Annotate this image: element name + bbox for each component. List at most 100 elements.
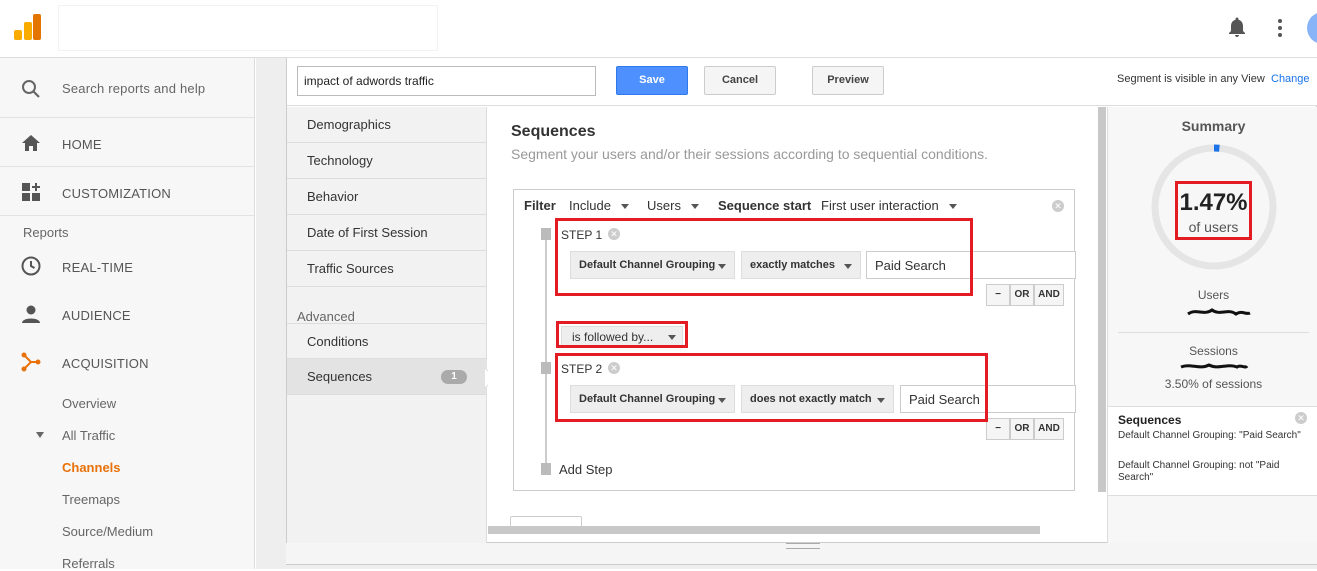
- category-conditions[interactable]: Conditions: [287, 323, 487, 359]
- sidebar-item-source-medium[interactable]: Source/Medium: [62, 524, 153, 539]
- filter-label: Filter: [524, 198, 556, 213]
- redacted-scribble: [1180, 363, 1249, 369]
- sidebar: Search reports and help HOME CUSTOMIZATI…: [0, 58, 255, 571]
- bell-icon[interactable]: [1228, 17, 1246, 37]
- analytics-logo-icon[interactable]: [14, 14, 42, 40]
- or-button[interactable]: OR: [1010, 284, 1034, 306]
- sidebar-item-home[interactable]: HOME: [0, 119, 254, 167]
- and-button[interactable]: AND: [1034, 284, 1064, 306]
- sidebar-item-acquisition[interactable]: ACQUISITION: [0, 339, 254, 387]
- sidebar-item-label: CUSTOMIZATION: [62, 186, 172, 201]
- top-bar: [0, 0, 1317, 58]
- remove-condition-button[interactable]: −: [986, 284, 1010, 306]
- person-icon: [22, 305, 40, 323]
- horizontal-scrollbar[interactable]: [488, 526, 1040, 534]
- panel-subtitle: Segment your users and/or their sessions…: [511, 146, 989, 162]
- sequence-line: [545, 234, 547, 469]
- category-demographics[interactable]: Demographics: [287, 107, 487, 143]
- dashboard-plus-icon: [22, 183, 40, 201]
- segment-editor: Save Cancel Preview Segment is visible i…: [286, 58, 1317, 543]
- segment-name-bar: Save Cancel Preview Segment is visible i…: [287, 58, 1317, 106]
- sidebar-item-treemaps[interactable]: Treemaps: [62, 492, 120, 507]
- category-list: Demographics Technology Behavior Date of…: [287, 107, 487, 543]
- cancel-button[interactable]: Cancel: [704, 66, 776, 95]
- sidebar-item-all-traffic[interactable]: All Traffic: [62, 428, 115, 443]
- search-input[interactable]: Search reports and help: [62, 81, 205, 96]
- sequence-filter: Filter Include Users Sequence start Firs…: [513, 189, 1076, 491]
- category-label: Sequences: [307, 369, 373, 384]
- summary-sequences: Sequences ✕ Default Channel Grouping: "P…: [1108, 406, 1317, 496]
- step-marker-icon: [541, 228, 551, 240]
- panel-title: Sequences: [511, 123, 596, 140]
- segment-name-input[interactable]: [297, 66, 596, 96]
- resize-handle-bar[interactable]: [286, 543, 1317, 565]
- highlight-box: [555, 218, 973, 296]
- dropdown-value: First user interaction: [821, 198, 939, 213]
- category-behavior[interactable]: Behavior: [287, 179, 487, 215]
- sidebar-item-realtime[interactable]: REAL-TIME: [0, 243, 254, 291]
- resize-grip-icon[interactable]: [786, 543, 820, 549]
- vertical-scrollbar[interactable]: [1098, 107, 1106, 492]
- sidebar-item-label: HOME: [62, 137, 102, 152]
- save-button[interactable]: Save: [616, 66, 688, 95]
- sidebar-search[interactable]: Search reports and help: [0, 58, 254, 118]
- summary-condition: Default Channel Grouping: not "Paid Sear…: [1118, 460, 1280, 483]
- chevron-down-icon: [690, 204, 699, 210]
- step-marker-icon: [541, 362, 551, 374]
- visibility-text: Segment is visible in any View: [1117, 73, 1265, 85]
- step-marker-icon: [541, 463, 551, 475]
- remove-filter-icon[interactable]: ✕: [1052, 200, 1064, 212]
- home-icon: [22, 135, 40, 151]
- count-badge: 1: [441, 370, 467, 384]
- sequences-panel: Sequences Segment your users and/or thei…: [488, 107, 1106, 542]
- advanced-heading: Advanced: [297, 309, 355, 324]
- highlight-box: [1175, 181, 1252, 240]
- expand-arrow-icon[interactable]: [36, 432, 44, 438]
- summary-sequences-title: Sequences: [1118, 413, 1182, 427]
- summary-condition: Default Channel Grouping: "Paid Search": [1118, 430, 1301, 441]
- preview-button[interactable]: Preview: [812, 66, 884, 95]
- reports-heading: Reports: [23, 225, 69, 240]
- category-date-of-first-session[interactable]: Date of First Session: [287, 215, 487, 251]
- summary-panel: Summary 1.47% of users Users Sessions 3.…: [1107, 107, 1317, 543]
- sidebar-item-channels[interactable]: Channels: [62, 460, 121, 475]
- summary-title: Summary: [1181, 118, 1246, 134]
- highlight-box: [555, 353, 988, 422]
- chevron-down-icon: [948, 204, 957, 210]
- sidebar-item-customization[interactable]: CUSTOMIZATION: [0, 168, 254, 216]
- sessions-label: Sessions: [1189, 344, 1238, 358]
- category-technology[interactable]: Technology: [287, 143, 487, 179]
- main-area: Save Cancel Preview Segment is visible i…: [256, 58, 1317, 569]
- users-dropdown[interactable]: Users: [647, 198, 699, 213]
- sidebar-item-audience[interactable]: AUDIENCE: [0, 291, 254, 339]
- sidebar-item-overview[interactable]: Overview: [62, 396, 116, 411]
- sidebar-item-label: ACQUISITION: [62, 356, 149, 371]
- clock-icon: [21, 256, 41, 276]
- sidebar-item-label: AUDIENCE: [62, 308, 131, 323]
- more-vert-icon[interactable]: [1276, 18, 1284, 38]
- dropdown-value: Users: [647, 198, 681, 213]
- include-dropdown[interactable]: Include: [569, 198, 629, 213]
- account-selector[interactable]: [58, 5, 438, 51]
- and-button[interactable]: AND: [1034, 418, 1064, 440]
- sequence-start-label: Sequence start: [718, 198, 812, 213]
- chevron-down-icon: [620, 204, 629, 210]
- redacted-scribble: [1187, 308, 1251, 316]
- or-button[interactable]: OR: [1010, 418, 1034, 440]
- category-traffic-sources[interactable]: Traffic Sources: [287, 251, 487, 287]
- remove-condition-button[interactable]: −: [986, 418, 1010, 440]
- category-sequences[interactable]: Sequences 1: [287, 359, 487, 395]
- sequence-start-dropdown[interactable]: First user interaction: [821, 198, 957, 213]
- add-step-button[interactable]: Add Step: [559, 462, 613, 477]
- highlight-box: [556, 321, 688, 348]
- sidebar-item-label: REAL-TIME: [62, 260, 134, 275]
- users-label: Users: [1197, 288, 1230, 302]
- dropdown-value: Include: [569, 198, 611, 213]
- remove-sequence-icon[interactable]: ✕: [1295, 412, 1307, 424]
- divider: [1118, 332, 1309, 333]
- avatar[interactable]: [1307, 12, 1317, 44]
- acquisition-icon: [21, 352, 41, 372]
- sessions-percent: 3.50% of sessions: [1164, 377, 1263, 391]
- change-link[interactable]: Change: [1271, 73, 1310, 85]
- search-icon: [22, 80, 40, 98]
